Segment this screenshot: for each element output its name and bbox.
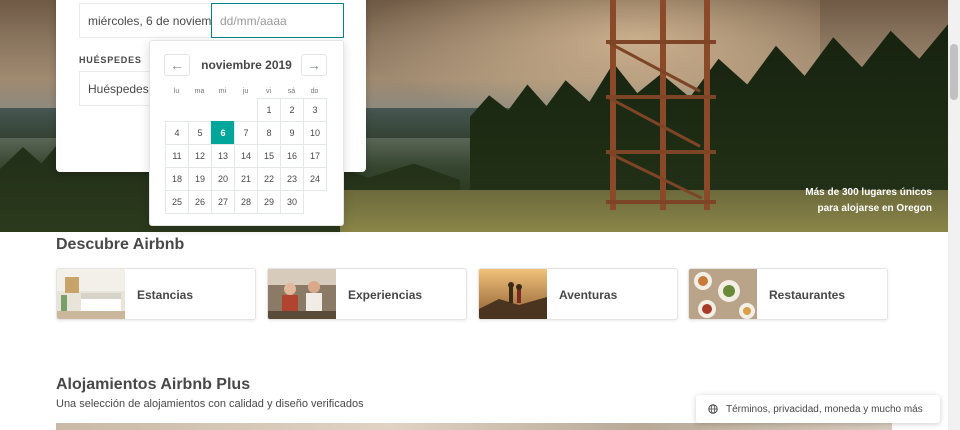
calendar-day[interactable]: 21	[234, 167, 258, 191]
calendar-day[interactable]: 13	[211, 144, 235, 168]
calendar-day[interactable]: 9	[280, 121, 304, 145]
calendar-day[interactable]: 22	[257, 167, 281, 191]
weekday-label: do	[310, 88, 319, 95]
plus-section-title: Alojamientos Airbnb Plus	[56, 376, 251, 393]
calendar-day[interactable]: 23	[280, 167, 304, 191]
checkin-date-field[interactable]: miércoles, 6 de noviembre	[79, 3, 212, 38]
discover-title: Descubre Airbnb	[56, 236, 185, 253]
weekday-label: lu	[173, 88, 180, 95]
calendar-day-grid: 1 2 3 4 5 6 7 8 9 10 11 12 13 14 15 16 17 18 19 20 21 22 23 24 2…	[165, 98, 327, 214]
calendar-empty-cell	[234, 98, 258, 122]
calendar-day[interactable]: 28	[234, 190, 258, 214]
restaurants-thumbnail	[689, 269, 757, 319]
guests-label: HUÉSPEDES	[79, 55, 142, 65]
calendar-day[interactable]: 4	[165, 121, 189, 145]
date-picker-calendar: ← noviembre 2019 → lu ma mi ju vi sá do 123456…	[149, 40, 344, 226]
calendar-empty-cell	[188, 98, 212, 122]
calendar-day[interactable]: 27	[211, 190, 235, 214]
calendar-day[interactable]: 5	[188, 121, 212, 145]
calendar-day[interactable]: 8	[257, 121, 281, 145]
stays-thumbnail	[57, 269, 125, 319]
calendar-day[interactable]: 17	[303, 144, 327, 168]
weekday-label: ma	[194, 88, 205, 95]
calendar-empty-cell	[211, 98, 235, 122]
calendar-day[interactable]: 26	[188, 190, 212, 214]
category-label: Restaurantes	[769, 288, 846, 302]
calendar-day[interactable]: 24	[303, 167, 327, 191]
calendar-day[interactable]: 25	[165, 190, 189, 214]
category-card-adventures[interactable]: Aventuras	[478, 268, 678, 320]
calendar-day[interactable]: 2	[280, 98, 304, 122]
calendar-day[interactable]: 14	[234, 144, 258, 168]
checkout-date-field[interactable]: dd/mm/aaaa	[211, 3, 344, 38]
calendar-day[interactable]: 15	[257, 144, 281, 168]
next-month-arrow-icon[interactable]: →	[301, 54, 327, 76]
calendar-day-selected[interactable]: 6	[211, 121, 235, 145]
page-scrollbar[interactable]	[948, 0, 960, 430]
scrollbar-thumb[interactable]	[950, 44, 958, 100]
calendar-day[interactable]: 12	[188, 144, 212, 168]
adventures-thumbnail	[479, 269, 547, 319]
experiences-thumbnail	[268, 269, 336, 319]
weekday-label: vi	[265, 88, 272, 95]
calendar-day[interactable]: 10	[303, 121, 327, 145]
calendar-day[interactable]: 11	[165, 144, 189, 168]
calendar-day[interactable]: 29	[257, 190, 281, 214]
category-card-stays[interactable]: Estancias	[56, 268, 256, 320]
weekday-label: sá	[287, 88, 296, 95]
fire-lookout-tower	[606, 0, 716, 210]
category-card-experiences[interactable]: Experiencias	[267, 268, 467, 320]
category-card-restaurants[interactable]: Restaurantes	[688, 268, 888, 320]
calendar-day[interactable]: 16	[280, 144, 304, 168]
category-label: Experiencias	[348, 288, 423, 302]
weekday-label: ju	[242, 88, 249, 95]
calendar-month-title: noviembre 2019	[201, 58, 292, 72]
globe-icon	[708, 404, 718, 414]
footer-links-text: Términos, privacidad, moneda y mucho más	[726, 403, 923, 415]
calendar-weekday-row: lu ma mi ju vi sá do	[165, 88, 326, 95]
category-label: Aventuras	[559, 288, 618, 302]
weekday-label: mi	[218, 88, 227, 95]
calendar-day[interactable]: 30	[280, 190, 304, 214]
hero-caption: Más de 300 lugares únicos para alojarse …	[805, 185, 932, 217]
calendar-day[interactable]: 7	[234, 121, 258, 145]
calendar-day[interactable]: 18	[165, 167, 189, 191]
calendar-day[interactable]: 3	[303, 98, 327, 122]
prev-month-arrow-icon[interactable]: ←	[164, 54, 190, 76]
plus-listing-image[interactable]	[56, 423, 892, 430]
hero-caption-line1: Más de 300 lugares únicos	[805, 187, 932, 198]
hero-caption-line2: para alojarse en Oregon	[817, 203, 933, 214]
calendar-day[interactable]: 19	[188, 167, 212, 191]
category-label: Estancias	[137, 288, 194, 302]
footer-links-button[interactable]: Términos, privacidad, moneda y mucho más	[696, 395, 940, 423]
calendar-empty-cell	[165, 98, 189, 122]
calendar-day[interactable]: 1	[257, 98, 281, 122]
plus-section-subtitle: Una selección de alojamientos con calida…	[56, 398, 364, 410]
calendar-day[interactable]: 20	[211, 167, 235, 191]
